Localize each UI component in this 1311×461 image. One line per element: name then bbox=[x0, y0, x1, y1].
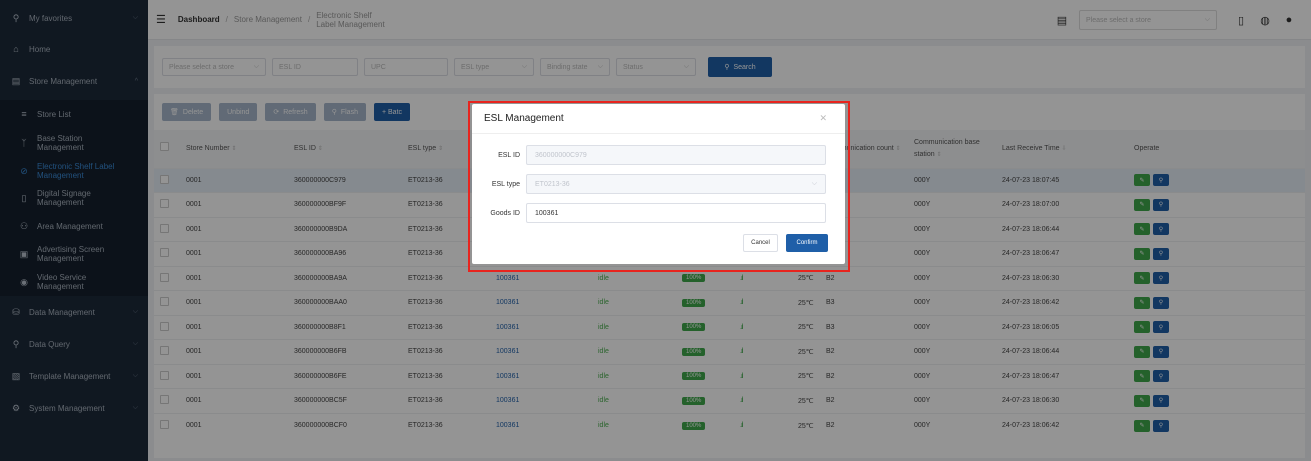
confirm-label: Confirm bbox=[796, 240, 818, 246]
close-icon[interactable]: ✕ bbox=[819, 113, 827, 124]
goods-id-value: 100361 bbox=[535, 209, 559, 217]
esl-management-dialog: ESL Management ✕ ESL ID 360000000C979 ES… bbox=[472, 104, 845, 264]
cancel-button[interactable]: Cancel bbox=[743, 234, 778, 252]
esl-type-row: ESL type ET0213-36 ⌵ bbox=[472, 174, 845, 194]
goods-id-row: Goods ID 100361 bbox=[472, 203, 845, 223]
esl-id-field: 360000000C979 bbox=[526, 145, 826, 165]
chevron-down-icon: ⌵ bbox=[811, 180, 817, 187]
dialog-title: ESL Management bbox=[484, 113, 564, 124]
esl-id-row: ESL ID 360000000C979 bbox=[472, 145, 845, 165]
dialog-header: ESL Management ✕ bbox=[472, 104, 845, 134]
confirm-button[interactable]: Confirm bbox=[786, 234, 828, 252]
esl-type-select: ET0213-36 ⌵ bbox=[526, 174, 826, 194]
goods-id-input[interactable]: 100361 bbox=[526, 203, 826, 223]
goods-id-label: Goods ID bbox=[490, 209, 520, 217]
esl-type-label: ESL type bbox=[491, 180, 520, 188]
esl-id-value: 360000000C979 bbox=[535, 151, 587, 159]
cancel-label: Cancel bbox=[751, 240, 770, 246]
dialog-actions: Cancel Confirm bbox=[743, 234, 828, 252]
esl-type-value: ET0213-36 bbox=[535, 180, 570, 188]
esl-id-label: ESL ID bbox=[498, 151, 520, 159]
